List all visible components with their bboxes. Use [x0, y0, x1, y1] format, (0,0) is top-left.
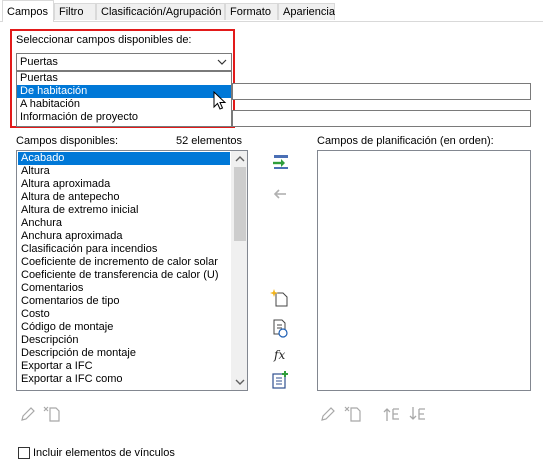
list-item[interactable]: Altura de antepecho — [18, 191, 230, 204]
delete-scheduled-button[interactable] — [343, 404, 363, 424]
scroll-down-icon[interactable] — [234, 375, 246, 389]
scheduled-fields-label: Campos de planificación (en orden): — [317, 135, 494, 147]
list-item[interactable]: Comentarios de tipo — [18, 295, 230, 308]
scroll-up-icon[interactable] — [234, 152, 246, 166]
tab-divider — [0, 21, 543, 22]
available-fields-list[interactable]: Acabado Altura Altura aproximada Altura … — [16, 150, 248, 391]
scheduled-fields-list[interactable] — [317, 150, 531, 391]
tab-clasificacion[interactable]: Clasificación/Agrupación — [96, 3, 225, 20]
field-source-combo[interactable]: Puertas — [16, 53, 232, 71]
list-item[interactable]: Exportar a IFC como — [18, 373, 230, 386]
list-item[interactable]: Coeficiente de incremento de calor solar — [18, 256, 230, 269]
add-param-icon — [272, 371, 288, 389]
pencil-icon — [321, 407, 335, 421]
calculated-value-button[interactable]: fx — [270, 344, 290, 364]
arrow-left-icon — [273, 189, 286, 199]
list-item[interactable]: Clasificación para incendios — [18, 243, 230, 256]
pencil-icon — [21, 407, 35, 421]
available-list-scrollbar[interactable] — [231, 151, 247, 390]
mouse-cursor-icon — [213, 91, 227, 110]
svg-text:fx: fx — [273, 348, 285, 362]
add-field-button[interactable] — [270, 152, 290, 172]
add-param-list-button[interactable] — [270, 370, 290, 390]
function-fx-icon: fx — [273, 348, 285, 362]
delete-param-icon — [344, 406, 361, 422]
move-down-icon — [409, 407, 425, 420]
delete-param-button[interactable] — [42, 404, 62, 424]
hidden-field-2[interactable] — [232, 110, 531, 127]
tab-filtro[interactable]: Filtro — [54, 3, 96, 20]
include-links-label: Incluir elementos de vínculos — [33, 447, 175, 459]
field-source-dropdown: Puertas De habitación A habitación Infor… — [16, 71, 232, 127]
edit-field-button[interactable] — [18, 404, 38, 424]
list-item[interactable]: Comentarios — [18, 282, 230, 295]
list-item[interactable]: Código de montaje — [18, 321, 230, 334]
remove-field-button[interactable] — [270, 184, 290, 204]
list-item[interactable]: Costo — [18, 308, 230, 321]
list-item[interactable]: Exportar a IFC — [18, 360, 230, 373]
available-fields-items: Acabado Altura Altura aproximada Altura … — [18, 152, 230, 386]
combine-params-button[interactable] — [270, 318, 290, 338]
field-source-label: Seleccionar campos disponibles de: — [16, 34, 192, 46]
edit-scheduled-button[interactable] — [318, 404, 338, 424]
list-item[interactable]: Anchura — [18, 217, 230, 230]
list-item[interactable]: Descripción de montaje — [18, 347, 230, 360]
move-up-icon — [383, 408, 399, 421]
chevron-down-icon — [217, 59, 227, 65]
dropdown-option-informacion-proyecto[interactable]: Información de proyecto — [17, 111, 231, 124]
dropdown-option-de-habitacion[interactable]: De habitación — [17, 85, 231, 98]
list-item[interactable]: Altura aproximada — [18, 178, 230, 191]
delete-param-icon — [43, 406, 60, 422]
dropdown-option-puertas[interactable]: Puertas — [17, 72, 231, 85]
tab-campos[interactable]: Campos — [2, 0, 54, 22]
dropdown-option-a-habitacion[interactable]: A habitación — [17, 98, 231, 111]
hidden-field-1[interactable] — [232, 83, 531, 100]
scrollbar-thumb[interactable] — [234, 167, 246, 241]
list-item[interactable]: Altura — [18, 165, 230, 178]
new-param-icon — [270, 289, 288, 307]
new-parameter-button[interactable] — [270, 288, 290, 308]
available-fields-label: Campos disponibles: — [16, 135, 119, 147]
tab-strip: Campos Filtro Clasificación/Agrupación F… — [0, 0, 543, 22]
move-up-button[interactable] — [382, 404, 402, 424]
move-down-button[interactable] — [408, 404, 428, 424]
list-item[interactable]: Coeficiente de transferencia de calor (U… — [18, 269, 230, 282]
add-field-icon — [273, 155, 288, 169]
tab-formato[interactable]: Formato — [225, 3, 278, 20]
list-item[interactable]: Anchura aproximada — [18, 230, 230, 243]
tab-apariencia[interactable]: Apariencia — [278, 3, 335, 20]
available-fields-count: 52 elementos — [176, 135, 243, 147]
list-item[interactable]: Descripción — [18, 334, 230, 347]
combine-params-icon — [273, 319, 288, 338]
field-source-value: Puertas — [20, 56, 58, 68]
list-item[interactable]: Altura de extremo inicial — [18, 204, 230, 217]
include-links-checkbox[interactable] — [18, 447, 30, 459]
list-item[interactable]: Acabado — [18, 152, 230, 165]
